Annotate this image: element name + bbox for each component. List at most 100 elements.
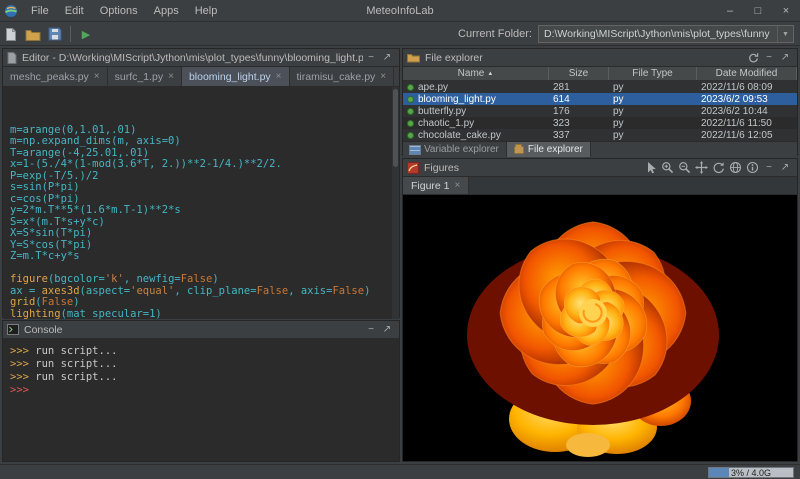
code-editor[interactable]: m=arange(0,1.01,.01)m=np.expand_dims(m, … bbox=[3, 87, 399, 319]
code-line: lighting(mat_specular=1) bbox=[10, 309, 399, 320]
menu-options[interactable]: Options bbox=[92, 2, 146, 20]
tab-variable-explorer[interactable]: Variable explorer bbox=[403, 142, 507, 157]
window-minimize-button[interactable]: – bbox=[716, 0, 744, 22]
window-close-button[interactable]: × bbox=[772, 0, 800, 22]
new-script-button[interactable] bbox=[0, 24, 22, 44]
code-line: grid(False) bbox=[10, 297, 399, 309]
menu-edit[interactable]: Edit bbox=[57, 2, 92, 20]
current-folder-combobox[interactable]: D:\Working\MIScript\Jython\mis\plot_type… bbox=[538, 25, 794, 43]
console-minimize-button[interactable]: − bbox=[363, 322, 379, 338]
column-header-name[interactable]: Name▲ bbox=[403, 67, 549, 80]
console-prompt: >>> bbox=[10, 371, 29, 383]
rotate-icon[interactable] bbox=[710, 160, 727, 176]
refresh-icon[interactable] bbox=[745, 50, 761, 66]
editor-tabbar: meshc_peaks.py×surfc_1.py×blooming_light… bbox=[3, 67, 399, 87]
console-panel-title: Console bbox=[24, 324, 363, 336]
full-extent-globe-icon[interactable] bbox=[727, 160, 744, 176]
editor-tab-tiramisu-cake-py[interactable]: tiramisu_cake.py × bbox=[290, 67, 395, 86]
menu-apps[interactable]: Apps bbox=[146, 2, 187, 20]
zoom-in-icon[interactable] bbox=[659, 160, 676, 176]
app-logo-icon bbox=[4, 4, 18, 18]
console-output[interactable]: >>> run script...>>> run script...>>> ru… bbox=[3, 339, 399, 397]
column-header-label: Name bbox=[458, 68, 485, 79]
figures-panel-title: Figures bbox=[424, 162, 642, 174]
console-float-button[interactable]: ↗ bbox=[379, 322, 395, 338]
figure-tab[interactable]: Figure 1 × bbox=[403, 177, 469, 194]
file-type-cell: py bbox=[609, 117, 697, 129]
save-button[interactable] bbox=[44, 24, 66, 44]
figures-float-button[interactable]: ↗ bbox=[777, 160, 793, 176]
menu-help[interactable]: Help bbox=[187, 2, 226, 20]
select-arrow-icon[interactable] bbox=[642, 160, 659, 176]
tab-close-icon[interactable]: × bbox=[168, 71, 174, 82]
console-text: run script... bbox=[29, 371, 118, 383]
open-file-button[interactable] bbox=[22, 24, 44, 44]
memory-indicator[interactable]: 3% / 4.0G bbox=[708, 467, 794, 478]
code-line: X=S*sin(T*pi) bbox=[10, 228, 399, 240]
column-header-label: Date Modified bbox=[716, 68, 778, 79]
open-folder-icon bbox=[25, 28, 41, 41]
figure-canvas[interactable] bbox=[403, 195, 797, 461]
file-row-chaotic-1-py[interactable]: chaotic_1.py323py2022/11/6 11:50 bbox=[403, 117, 797, 129]
identify-info-icon[interactable] bbox=[744, 160, 761, 176]
run-icon: ▶ bbox=[82, 28, 90, 41]
column-header-date-modified[interactable]: Date Modified bbox=[697, 67, 797, 80]
file-explorer-minimize-button[interactable]: − bbox=[761, 50, 777, 66]
file-name: ape.py bbox=[418, 82, 448, 93]
code-line: s=sin(P*pi) bbox=[10, 182, 399, 194]
file-size-cell: 337 bbox=[549, 129, 609, 141]
console-icon bbox=[7, 324, 19, 335]
console-text: run script... bbox=[29, 345, 118, 357]
variable-grid-icon bbox=[410, 146, 420, 154]
file-row-chocolate-cake-py[interactable]: chocolate_cake.py337py2022/11/6 12:05 bbox=[403, 129, 797, 141]
console-panel-header: Console − ↗ bbox=[3, 321, 399, 339]
editor-tab-blooming-light-py[interactable]: blooming_light.py × bbox=[182, 67, 290, 86]
run-script-button[interactable]: ▶ bbox=[75, 24, 97, 44]
titlebar: FileEditOptionsAppsHelp MeteoInfoLab – □… bbox=[0, 0, 800, 22]
editor-tab-surfc-1-py[interactable]: surfc_1.py× bbox=[108, 67, 182, 86]
file-name: blooming_light.py bbox=[418, 94, 496, 105]
tab-close-icon[interactable]: × bbox=[380, 71, 386, 82]
file-modified-cell: 2023/6/2 09:53 bbox=[697, 93, 797, 105]
editor-float-button[interactable]: ↗ bbox=[379, 50, 395, 66]
window-maximize-button[interactable]: □ bbox=[744, 0, 772, 22]
column-header-file-type[interactable]: File Type bbox=[609, 67, 697, 80]
tab-close-icon[interactable]: × bbox=[455, 180, 461, 191]
menubar: FileEditOptionsAppsHelp bbox=[23, 2, 225, 20]
figures-minimize-button[interactable]: − bbox=[761, 160, 777, 176]
pan-icon[interactable] bbox=[693, 160, 710, 176]
tab-close-icon[interactable]: × bbox=[276, 71, 282, 82]
current-folder-label: Current Folder: bbox=[458, 28, 532, 40]
file-table-header: Name▲SizeFile Type Date Modified bbox=[403, 67, 797, 81]
editor-tab-label: blooming_light.py bbox=[189, 71, 271, 83]
zoom-out-icon[interactable] bbox=[676, 160, 693, 176]
folder-icon bbox=[514, 146, 524, 154]
column-header-size[interactable]: Size bbox=[549, 67, 609, 80]
file-size-cell: 614 bbox=[549, 93, 609, 105]
save-disk-icon bbox=[48, 27, 62, 41]
file-explorer-float-button[interactable]: ↗ bbox=[777, 50, 793, 66]
file-table: ape.py281py2022/11/6 08:09blooming_light… bbox=[403, 81, 797, 141]
menu-file[interactable]: File bbox=[23, 2, 57, 20]
editor-minimize-button[interactable]: − bbox=[363, 50, 379, 66]
dropdown-arrow-icon[interactable]: ▼ bbox=[777, 26, 793, 42]
file-row-ape-py[interactable]: ape.py281py2022/11/6 08:09 bbox=[403, 81, 797, 93]
editor-scrollbar-thumb[interactable] bbox=[393, 89, 398, 167]
meteoinfolab-window: FileEditOptionsAppsHelp MeteoInfoLab – □… bbox=[0, 0, 800, 479]
file-row-butterfly-py[interactable]: butterfly.py176py2023/6/2 10:44 bbox=[403, 105, 797, 117]
file-modified-cell: 2022/11/6 12:05 bbox=[697, 129, 797, 141]
console-text: run script... bbox=[29, 358, 118, 370]
statusbar: 3% / 4.0G bbox=[0, 464, 800, 479]
file-row-blooming-light-py[interactable]: blooming_light.py614py2023/6/2 09:53 bbox=[403, 93, 797, 105]
tab-label: Variable explorer bbox=[424, 144, 499, 155]
editor-tab-meshc-peaks-py[interactable]: meshc_peaks.py× bbox=[3, 67, 108, 86]
editor-scrollbar[interactable] bbox=[392, 87, 399, 319]
editor-tab-label: tiramisu_cake.py bbox=[297, 71, 376, 83]
file-name: chaotic_1.py bbox=[418, 118, 474, 129]
editor-panel: Editor - D:\Working\MIScript\Jython\mis\… bbox=[2, 48, 400, 318]
tab-close-icon[interactable]: × bbox=[94, 71, 100, 82]
file-explorer-title: File explorer bbox=[425, 52, 745, 64]
new-file-icon bbox=[4, 27, 18, 42]
tab-file-explorer[interactable]: File explorer bbox=[507, 142, 591, 157]
file-name-cell: chocolate_cake.py bbox=[403, 129, 549, 141]
